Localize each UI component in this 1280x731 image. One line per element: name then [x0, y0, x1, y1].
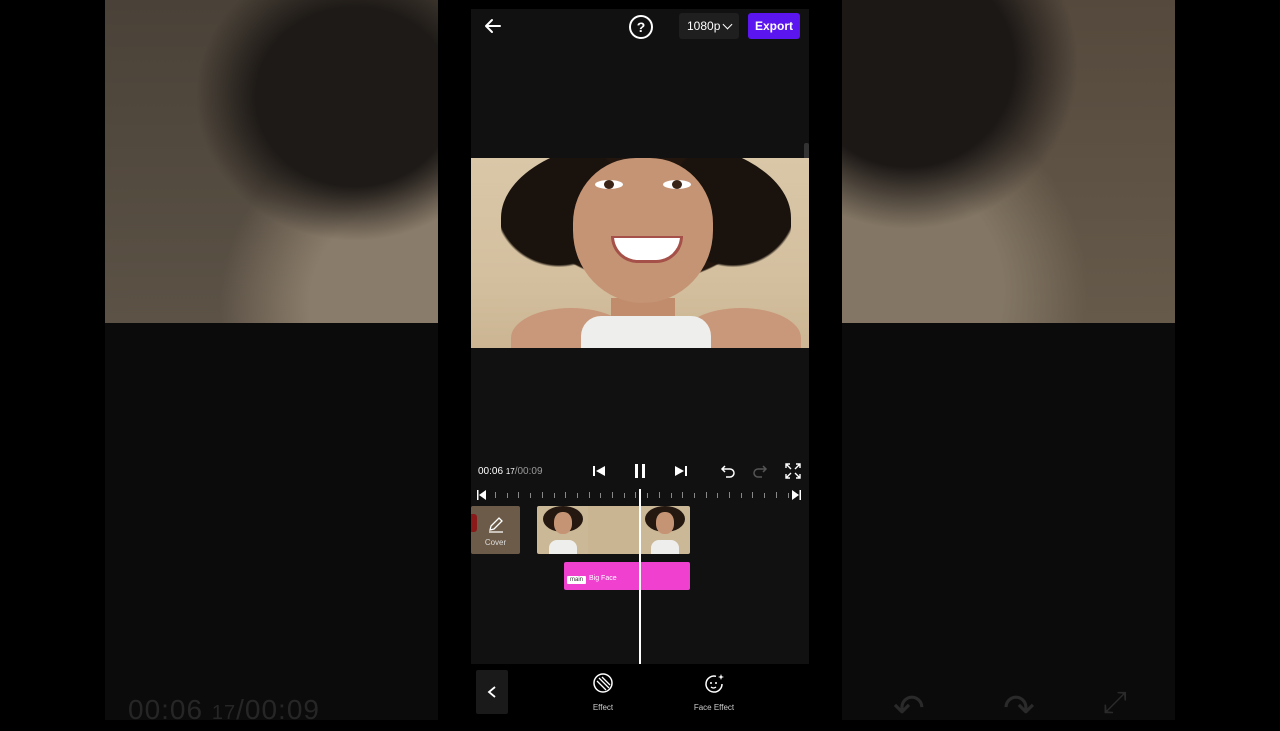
cover-clip[interactable]: Cover	[471, 506, 520, 554]
background-blur-left	[105, 0, 438, 720]
ruler-tick	[495, 492, 496, 498]
timecode: 00:06 17/00:09	[478, 466, 543, 477]
effect-name: Big Face	[589, 575, 617, 582]
face-effect-tool-label: Face Effect	[693, 703, 735, 712]
fullscreen-icon[interactable]	[785, 463, 801, 479]
effect-tag: main	[567, 576, 587, 584]
ruler-tick	[612, 492, 613, 498]
edit-pencil-icon	[489, 517, 503, 533]
background-blur-right	[842, 0, 1175, 720]
effect-tool[interactable]: Effect	[573, 672, 633, 712]
ruler-tick	[670, 493, 672, 498]
resolution-value: 1080p	[687, 19, 721, 33]
face-effect-icon	[705, 674, 724, 693]
ruler-tick	[518, 492, 520, 498]
ruler-tick	[693, 493, 695, 498]
back-arrow-icon[interactable]	[483, 16, 503, 36]
ruler-tick	[565, 492, 567, 498]
cover-label: Cover	[484, 538, 507, 547]
collapse-button[interactable]	[476, 670, 508, 714]
background-ghost-undo-icon: ↶	[893, 688, 925, 730]
help-icon[interactable]: ?	[629, 15, 653, 39]
video-clip[interactable]	[537, 506, 690, 554]
ruler-tick	[775, 492, 777, 498]
ruler-end-icon	[792, 490, 801, 500]
pause-icon[interactable]	[632, 463, 648, 479]
ruler-tick	[729, 492, 730, 498]
video-preview[interactable]	[471, 158, 809, 348]
bottom-toolbar: Effect Face Effect	[471, 664, 809, 720]
background-ghost-redo-icon: ↷	[1003, 688, 1035, 730]
ruler-tick	[530, 493, 532, 498]
export-button[interactable]: Export	[748, 13, 800, 39]
undo-icon[interactable]	[720, 463, 736, 479]
ruler-tick	[705, 492, 707, 498]
top-bar: ? 1080p Export	[471, 9, 809, 45]
ruler-tick	[600, 493, 602, 498]
ruler-tick	[752, 492, 754, 498]
ruler-tick	[740, 493, 742, 498]
ruler-tick	[576, 493, 578, 498]
background-ghost-fullscreen-icon: ⤢	[1103, 686, 1127, 719]
ruler-start-icon	[477, 490, 486, 500]
editor-window: ? 1080p Export 00:06 17/00:09 Cover main…	[471, 9, 809, 720]
effect-tool-label: Effect	[592, 703, 614, 712]
skip-end-icon[interactable]	[673, 463, 689, 479]
scroll-handle[interactable]	[804, 143, 809, 159]
resolution-dropdown[interactable]: 1080p	[679, 13, 739, 39]
face-effect-tool[interactable]: Face Effect	[684, 672, 744, 712]
ruler-tick	[623, 493, 625, 498]
preview-face	[573, 158, 713, 303]
clip-thumbnail	[639, 506, 690, 554]
ruler-tick	[588, 492, 590, 498]
ruler-tick	[682, 492, 684, 498]
clip-thumbnail	[537, 506, 588, 554]
ruler-tick	[787, 493, 789, 498]
ruler-tick	[541, 492, 543, 498]
ruler-tick	[647, 493, 649, 498]
ruler-tick	[658, 492, 660, 498]
clip-thumbnail	[588, 506, 639, 554]
skip-start-icon[interactable]	[591, 463, 607, 479]
chevron-left-icon	[487, 686, 496, 698]
ruler-tick	[553, 493, 555, 498]
redo-icon[interactable]	[752, 463, 768, 479]
ruler-tick	[764, 493, 766, 498]
background-ghost-timecode: 00:06 17/00:09	[128, 694, 320, 725]
effect-track-big-face[interactable]: main Big Face	[564, 562, 690, 590]
playhead[interactable]	[639, 489, 641, 665]
chevron-down-icon	[722, 19, 733, 30]
effect-icon	[593, 673, 613, 693]
ruler-tick	[635, 492, 637, 498]
ruler-tick	[506, 493, 508, 498]
ruler-tick	[717, 493, 719, 498]
